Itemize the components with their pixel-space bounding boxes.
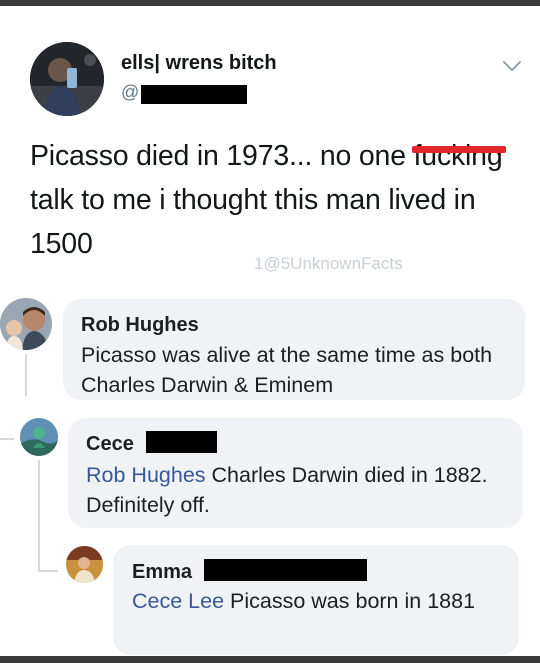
thread-line (38, 460, 40, 570)
tweet-text-censored: fucking (411, 134, 507, 178)
screenshot-page: ells| wrens bitch @ Picasso died in 1973… (0, 6, 540, 656)
tweet-avatar[interactable] (30, 42, 104, 116)
thread-connector (0, 438, 14, 440)
comment-body: Picasso was alive at the same time as bo… (81, 343, 493, 397)
commenter-avatar[interactable] (20, 418, 58, 456)
watermark: 1@5UnknownFacts (254, 254, 403, 273)
name-redaction (146, 431, 217, 453)
thread-connector (38, 570, 58, 572)
tweet-text: Picasso died in 1973... no one fucking t… (30, 134, 525, 266)
comment-mention[interactable]: Cece Lee (132, 589, 224, 613)
commenter-name[interactable]: Emma (132, 561, 192, 584)
commenter-name[interactable]: Cece (86, 433, 134, 456)
handle-redaction (141, 85, 247, 104)
tweet-display-name[interactable]: ells| wrens bitch (121, 52, 277, 75)
comment-text: Rob Hughes Charles Darwin died in 1882. … (86, 460, 506, 520)
comment-text: Cece Lee Picasso was born in 1881 (132, 586, 502, 616)
tweet-text-part1: Picasso died in 1973... no one (30, 140, 414, 172)
commenter-avatar[interactable] (66, 546, 103, 583)
commenter-avatar[interactable] (0, 298, 52, 350)
name-redaction (204, 559, 367, 581)
comment-text: Picasso was alive at the same time as bo… (81, 340, 501, 400)
tweet-handle[interactable]: @ (121, 82, 139, 103)
chevron-down-icon[interactable] (501, 58, 523, 74)
comment-body: Picasso was born in 1881 (224, 589, 476, 613)
tweet-text-part2: talk to me i thought this man lived in 1… (30, 184, 476, 260)
commenter-name[interactable]: Rob Hughes (81, 314, 199, 337)
comment-mention[interactable]: Rob Hughes (86, 463, 206, 487)
thread-line (25, 354, 27, 396)
